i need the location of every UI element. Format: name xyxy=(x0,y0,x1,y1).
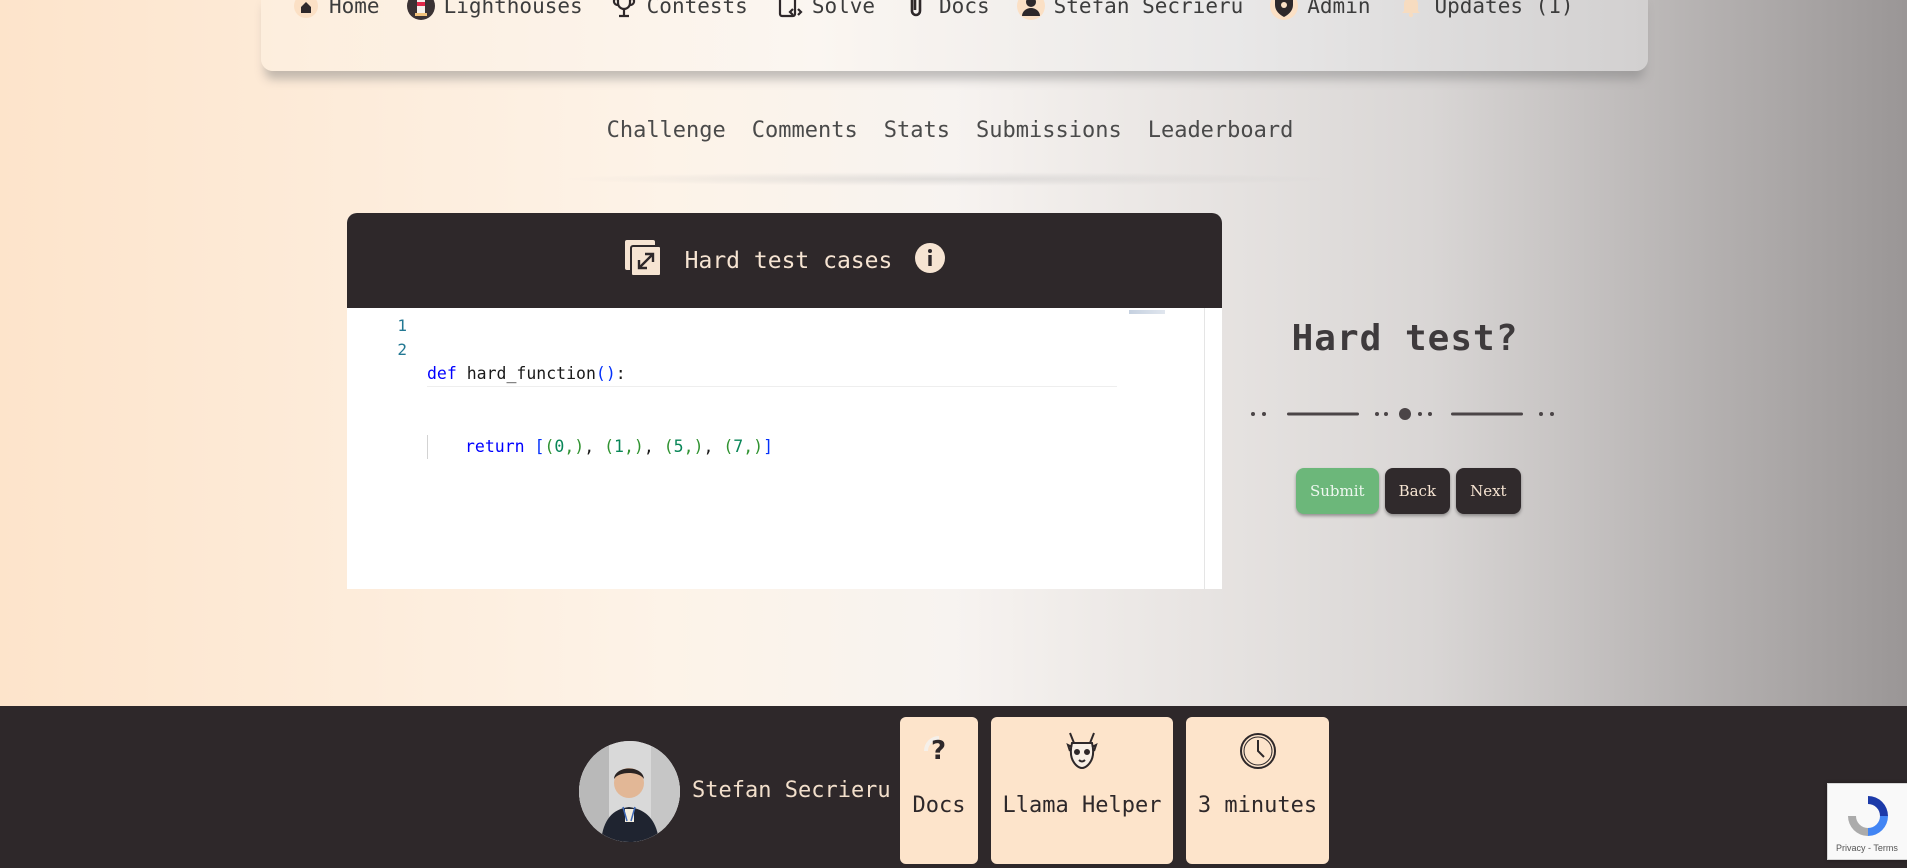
editor-header: Hard test cases xyxy=(347,213,1222,308)
tuple-close: ,) xyxy=(683,437,704,456)
tuple-open: ( xyxy=(723,437,734,456)
bell-icon xyxy=(1396,0,1426,21)
nav-updates-label: Updates (1) xyxy=(1434,0,1574,18)
trophy-icon xyxy=(609,0,639,21)
separator: , xyxy=(643,437,664,456)
function-name: hard_function xyxy=(456,364,596,383)
step-progress xyxy=(1250,403,1560,425)
back-button[interactable]: Back xyxy=(1384,468,1451,514)
info-icon[interactable] xyxy=(914,242,946,280)
indent-guide xyxy=(427,435,465,459)
clock-icon xyxy=(1238,729,1278,773)
number: 5 xyxy=(673,437,684,456)
nav-home-label: Home xyxy=(329,0,380,18)
paperclip-icon xyxy=(901,0,931,21)
line-numbers: 1 2 xyxy=(347,314,407,362)
tuple-open: ( xyxy=(544,437,555,456)
nav-contests[interactable]: Contests xyxy=(609,0,748,21)
tuple-close: ,) xyxy=(623,437,644,456)
colon: : xyxy=(615,364,626,383)
tab-submissions[interactable]: Submissions xyxy=(976,118,1122,143)
bracket-open: [ xyxy=(534,437,545,456)
tuple-open: ( xyxy=(663,437,674,456)
tuple-close: ,) xyxy=(564,437,585,456)
number: 1 xyxy=(614,437,624,456)
timer-label: 3 minutes xyxy=(1197,793,1318,818)
user-icon xyxy=(1016,0,1046,21)
nav-home[interactable]: Home xyxy=(291,0,380,21)
docs-tile[interactable]: ? Docs xyxy=(900,717,978,864)
number: 7 xyxy=(733,437,744,456)
challenge-tabs: Challenge Comments Stats Submissions Lea… xyxy=(600,118,1300,143)
keyword-return: return xyxy=(465,437,525,456)
code-area[interactable]: 1 2 def hard_function(): return [(0,), (… xyxy=(347,308,1222,589)
minimap[interactable] xyxy=(1129,310,1165,314)
nav-contests-label: Contests xyxy=(646,0,748,18)
action-buttons: Submit Back Next xyxy=(1296,468,1521,514)
nav-updates[interactable]: Updates (1) xyxy=(1396,0,1574,21)
home-icon xyxy=(291,0,321,21)
tab-stats[interactable]: Stats xyxy=(884,118,950,143)
llama-icon xyxy=(1062,729,1102,773)
tuple-close: ,) xyxy=(743,437,764,456)
tabs-divider xyxy=(560,172,1340,186)
separator: , xyxy=(584,437,605,456)
recaptcha-links[interactable]: Privacy - Terms xyxy=(1836,843,1898,853)
editor-title: Hard test cases xyxy=(684,247,893,274)
next-button[interactable]: Next xyxy=(1456,468,1521,514)
nav-lighthouses-label: Lighthouses xyxy=(443,0,583,18)
nav-docs[interactable]: Docs xyxy=(901,0,990,21)
footer-user-name[interactable]: Stefan Secrieru xyxy=(692,778,891,803)
number: 0 xyxy=(554,437,565,456)
expand-icon[interactable] xyxy=(623,238,663,284)
tab-comments[interactable]: Comments xyxy=(752,118,858,143)
nav-docs-label: Docs xyxy=(939,0,990,18)
nav-admin[interactable]: Admin xyxy=(1269,0,1370,21)
svg-text:?: ? xyxy=(931,736,946,766)
avatar[interactable] xyxy=(579,741,680,842)
llama-helper-tile[interactable]: Llama Helper xyxy=(991,717,1173,864)
keyword-def: def xyxy=(427,364,457,383)
line-number: 2 xyxy=(397,340,407,359)
editor-scrollbar-track[interactable] xyxy=(1204,308,1205,589)
submit-button[interactable]: Submit xyxy=(1296,468,1379,514)
llama-helper-label: Llama Helper xyxy=(1002,793,1162,818)
tuple-open: ( xyxy=(604,437,615,456)
code-clipboard-icon xyxy=(774,0,804,21)
bracket-close: ] xyxy=(763,437,774,456)
top-nav: Home Lighthouses Contests Solve Docs Ste… xyxy=(261,0,1648,71)
nav-profile[interactable]: Stefan Secrieru xyxy=(1016,0,1244,21)
admin-shield-icon xyxy=(1269,0,1299,21)
paren-pair: () xyxy=(595,364,616,383)
question-title: Hard test? xyxy=(1291,318,1519,359)
code-text[interactable]: def hard_function(): return [(0,), (1,),… xyxy=(427,314,1117,507)
timer-tile[interactable]: 3 minutes xyxy=(1186,717,1329,864)
nav-lighthouses[interactable]: Lighthouses xyxy=(406,0,583,21)
nav-admin-label: Admin xyxy=(1307,0,1371,18)
code-editor-card: Hard test cases 1 2 def hard_function():… xyxy=(347,213,1222,589)
code-line-1: def hard_function(): xyxy=(427,362,1117,387)
recaptcha-icon xyxy=(1848,796,1888,836)
docs-tile-label: Docs xyxy=(912,793,966,818)
separator: , xyxy=(703,437,724,456)
line-number: 1 xyxy=(397,316,407,335)
nav-solve-label: Solve xyxy=(811,0,876,18)
question-icon: ? xyxy=(922,729,956,773)
nav-solve[interactable]: Solve xyxy=(774,0,875,21)
nav-profile-label: Stefan Secrieru xyxy=(1053,0,1244,18)
code-line-2: return [(0,), (1,), (5,), (7,)] xyxy=(427,435,1117,459)
tab-leaderboard[interactable]: Leaderboard xyxy=(1148,118,1294,143)
lighthouse-icon xyxy=(406,0,436,21)
recaptcha-badge[interactable]: Privacy - Terms xyxy=(1827,783,1907,860)
tab-challenge[interactable]: Challenge xyxy=(607,118,726,143)
